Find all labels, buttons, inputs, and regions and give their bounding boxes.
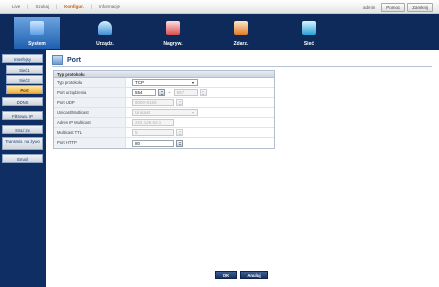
sidebar-item-email[interactable]: Email <box>2 154 43 163</box>
divider <box>52 66 432 67</box>
select-value: Unicast <box>135 110 151 115</box>
unicast-multicast-select: Unicast <box>132 109 198 116</box>
sidebar-item-network2[interactable]: Sieć2 <box>6 75 43 84</box>
protocol-type-select[interactable]: TCP <box>132 79 198 86</box>
menu-separator: | <box>27 4 29 9</box>
row-label: Port urządzenia <box>54 88 126 97</box>
sidebar-item-port[interactable]: Port <box>6 85 43 94</box>
range-separator: ~ <box>168 90 171 95</box>
device-port-end-input: 557 <box>173 89 198 96</box>
select-value: TCP <box>135 80 144 85</box>
device-icon <box>98 21 112 35</box>
row-label: Multicast TTL <box>54 128 126 137</box>
tab-label: Sieć <box>303 41 315 47</box>
row-label: Typ protokołu <box>54 78 126 87</box>
menu-live[interactable]: Live <box>12 4 20 9</box>
top-menu: Live | Szukaj | Konfigur. | Informacje <box>12 4 120 9</box>
port-icon <box>52 55 63 65</box>
logout-button[interactable]: Zamknij <box>407 3 433 12</box>
menu-separator: | <box>90 4 93 9</box>
device-port-end-spinner <box>199 89 207 96</box>
sidebar-item-network1[interactable]: Sieć1 <box>6 65 43 74</box>
sidebar-item-ssl[interactable]: SSL/ 2x <box>2 125 43 134</box>
chevron-down-icon <box>192 82 194 84</box>
tab-label: System <box>28 41 46 47</box>
row-label: Unicast/Multicast <box>54 108 126 117</box>
multicast-ip-input: 224.126.63.1 <box>132 119 174 126</box>
page-title: Port <box>67 56 81 64</box>
username: admin <box>362 5 376 10</box>
menu-search[interactable]: Szukaj <box>35 4 49 9</box>
table-row: Port HTTP 80 <box>54 138 274 148</box>
menu-information[interactable]: Informacje <box>99 4 120 9</box>
device-port-start-input[interactable]: 554 <box>132 89 156 96</box>
row-label: Port HTTP <box>54 138 126 148</box>
event-icon <box>234 21 248 35</box>
table-row: Port UDP 8000-8159 <box>54 98 274 108</box>
sidebar-item-ip-filter[interactable]: Filtrowa. IP <box>2 111 43 120</box>
settings-table: Typ protokołu Typ protokołu TCP Port urz… <box>53 70 275 149</box>
table-row: Port urządzenia 554 ~ 557 <box>54 88 274 98</box>
network-icon <box>302 21 316 35</box>
tab-label: Zdarz. <box>233 41 249 47</box>
row-label: Port UDP <box>54 98 126 107</box>
udp-port-input: 8000-8159 <box>132 99 174 106</box>
system-icon <box>30 21 44 35</box>
content-panel: Port Typ protokołu Typ protokołu TCP Por… <box>46 50 439 287</box>
menu-separator: | <box>55 4 58 9</box>
table-row: Multicast TTL 5 <box>54 128 274 138</box>
action-buttons: OK Anuluj <box>215 271 271 279</box>
http-port-spinner[interactable] <box>176 139 183 147</box>
tab-label: Nagryw. <box>163 41 183 47</box>
section-header: Typ protokołu <box>54 71 274 78</box>
cancel-button[interactable]: Anuluj <box>240 271 268 279</box>
sidebar-item-live-streaming[interactable]: Transmis. na żywo <box>2 137 43 150</box>
multicast-ttl-spinner <box>176 129 183 136</box>
chevron-down-icon <box>192 112 194 114</box>
tab-record[interactable]: Nagryw. <box>150 17 196 49</box>
sidebar-item-interfaces[interactable]: Interfejsy <box>2 54 43 63</box>
page-header: Port <box>52 55 81 65</box>
user-controls: admin Pomoc Zamknij <box>363 3 433 12</box>
ok-button[interactable]: OK <box>215 271 237 279</box>
device-port-spinner[interactable] <box>158 89 165 96</box>
main-tab-bar: System Urządz. Nagryw. Zdarz. Sieć <box>0 14 439 50</box>
help-button[interactable]: Pomoc <box>381 3 406 12</box>
table-row: Typ protokołu TCP <box>54 78 274 88</box>
tab-label: Urządz. <box>96 41 114 47</box>
tab-device[interactable]: Urządz. <box>82 17 128 49</box>
tab-event[interactable]: Zdarz. <box>218 17 264 49</box>
record-icon <box>166 21 180 35</box>
sidebar: Interfejsy Sieć1 Sieć2 Port DDNS Filtrow… <box>0 50 46 287</box>
table-row: Adres IP Multicast 224.126.63.1 <box>54 118 274 128</box>
sidebar-item-ddns[interactable]: DDNS <box>2 97 43 106</box>
table-row: Unicast/Multicast Unicast <box>54 108 274 118</box>
menu-setup[interactable]: Konfigur. <box>64 4 84 9</box>
top-bar: Live | Szukaj | Konfigur. | Informacje a… <box>0 0 439 14</box>
tab-network[interactable]: Sieć <box>286 17 332 49</box>
udp-port-spinner <box>176 99 183 106</box>
multicast-ttl-input: 5 <box>132 129 174 136</box>
tab-system[interactable]: System <box>14 17 60 49</box>
row-label: Adres IP Multicast <box>54 118 126 127</box>
http-port-input[interactable]: 80 <box>132 139 174 147</box>
